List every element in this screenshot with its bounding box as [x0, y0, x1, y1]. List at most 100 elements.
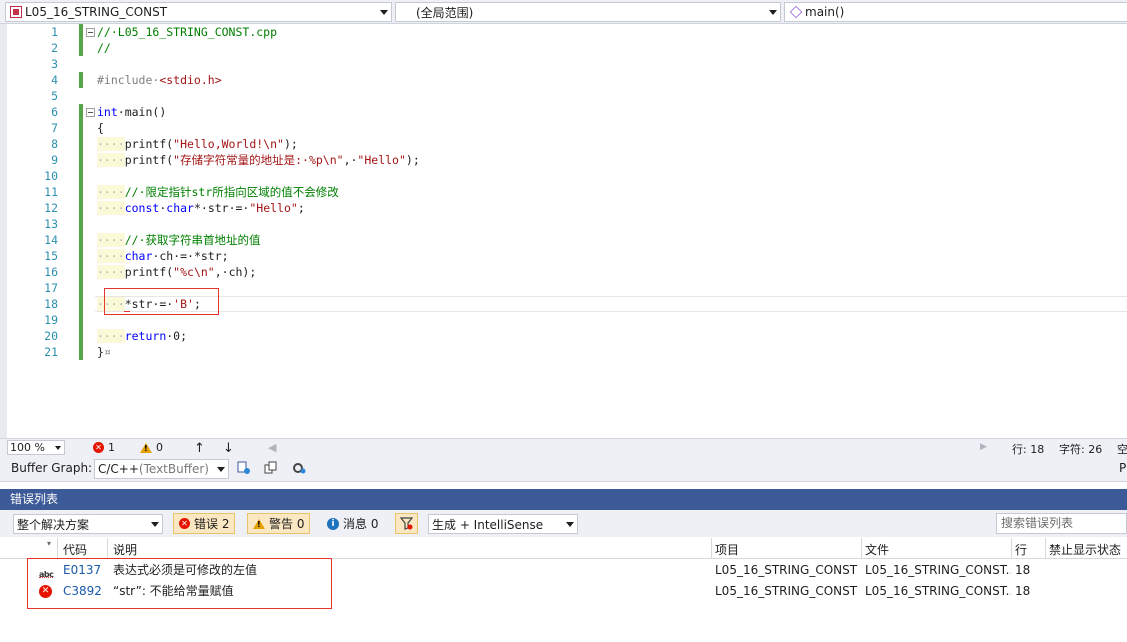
code-line[interactable]: 10 — [0, 168, 1127, 184]
change-marker — [79, 216, 83, 232]
code-token: *·str·=· — [193, 201, 250, 215]
code-line[interactable]: 5 — [0, 88, 1127, 104]
errors-filter-button[interactable]: ✕ 错误 2 — [173, 513, 236, 534]
content-type-combo[interactable]: C/C++ (TextBuffer) — [94, 459, 229, 479]
code-line[interactable]: 3 — [0, 56, 1127, 72]
error-list-title: 错误列表 — [0, 489, 1127, 510]
column-separator — [1045, 538, 1046, 559]
code-line[interactable]: 11 ····//·限定指针str所指向区域的值不会修改 — [0, 184, 1127, 200]
code-token: ·0; — [166, 329, 188, 343]
content-type-suffix: (TextBuffer) — [138, 462, 209, 476]
member-combo[interactable]: main() — [784, 2, 1127, 22]
warnings-filter-button[interactable]: 警告 0 — [247, 513, 311, 534]
column-project[interactable]: 项目 — [715, 541, 739, 558]
build-intellisense-combo[interactable]: 生成 + IntelliSense — [428, 514, 578, 534]
scope-filter-combo[interactable]: 整个解决方案 — [13, 514, 163, 534]
chevron-down-icon — [380, 10, 388, 15]
change-marker — [79, 344, 83, 360]
code-line[interactable]: 14 ····//·获取字符串首地址的值 — [0, 232, 1127, 248]
column-file[interactable]: 文件 — [865, 541, 889, 558]
status-warnings[interactable]: 0 — [140, 441, 163, 454]
error-list-search-input[interactable]: 搜索错误列表 — [996, 513, 1127, 534]
scroll-left-button[interactable]: ◀ — [268, 441, 276, 454]
column-code[interactable]: 代码 — [63, 541, 87, 558]
change-marker — [79, 24, 83, 40]
line-number: 12 — [44, 201, 58, 215]
scope-filter-label: 整个解决方案 — [17, 517, 90, 532]
code-line[interactable]: 21}¤ — [0, 344, 1127, 360]
previous-issue-button[interactable]: ↑ — [194, 441, 205, 456]
code-token: printf( — [124, 137, 174, 151]
code-token: ,· — [343, 153, 358, 167]
code-line[interactable]: 8 ····printf("Hello,World!\n"); — [0, 136, 1127, 152]
zoom-combo[interactable]: 100 % — [7, 440, 65, 455]
code-line[interactable]: 4 #include·<stdio.h> — [0, 72, 1127, 88]
column-line[interactable]: 行 — [1015, 541, 1027, 558]
code-line[interactable]: 2 // — [0, 40, 1127, 56]
error-icon: ✕ — [93, 442, 104, 453]
column-suppression[interactable]: 禁止显示状态 — [1049, 541, 1121, 558]
error-list-toolbar: 整个解决方案 ✕ 错误 2 警告 0 i 消息 0 生成 + IntelliSe… — [0, 510, 1127, 537]
code-editor[interactable]: 1 //·L05_16_STRING_CONST.cpp 2 // 3 4 #include… — [0, 24, 1127, 438]
change-marker — [79, 328, 83, 344]
code-token: printf( — [124, 153, 174, 167]
scope-combo[interactable]: (全局范围) — [395, 2, 781, 22]
scroll-right-button[interactable]: ▶ — [980, 442, 987, 452]
status-row: 行: 18 — [1012, 441, 1044, 457]
code-line[interactable]: 9 ····printf("存储字符常量的地址是:·%p\n",·"Hello")… — [0, 152, 1127, 168]
caret-right-icon: ▶ — [980, 442, 987, 452]
code-line[interactable]: 13 — [0, 216, 1127, 232]
code-line[interactable]: 1 //·L05_16_STRING_CONST.cpp — [0, 24, 1127, 40]
column-separator — [57, 538, 58, 559]
code-line[interactable]: 15 ····char·ch·=·*str; — [0, 248, 1127, 264]
code-text: ····return·0; — [97, 328, 187, 344]
build-filter-toggle[interactable] — [395, 513, 418, 534]
sort-indicator-icon: ▾ — [47, 539, 52, 548]
error-line: 18 — [1015, 584, 1031, 598]
code-text: //·L05_16_STRING_CONST.cpp — [97, 24, 277, 40]
next-issue-button[interactable]: ↓ — [223, 441, 234, 456]
copy-graph-icon[interactable] — [264, 461, 278, 475]
graph-settings-icon[interactable] — [292, 461, 306, 475]
line-number: 6 — [51, 105, 58, 119]
line-number: 13 — [44, 217, 58, 231]
content-type-prefix: C/C++ — [98, 462, 139, 476]
code-text: ····char·ch·=·*str; — [97, 248, 229, 264]
collapse-icon[interactable] — [86, 28, 95, 37]
change-marker — [79, 152, 83, 168]
graph-refresh-icon[interactable] — [237, 461, 251, 475]
change-marker — [79, 40, 83, 56]
filter-funnel-icon — [400, 517, 413, 530]
messages-filter-button[interactable]: i 消息 0 — [321, 513, 385, 534]
code-line[interactable]: 16 ····printf("%c\n",·ch); — [0, 264, 1127, 280]
code-line[interactable]: 7{ — [0, 120, 1127, 136]
code-line[interactable]: 12 ····const·char*·str·=·"Hello"; — [0, 200, 1127, 216]
code-text: #include·<stdio.h> — [97, 72, 222, 88]
line-number: 9 — [51, 153, 58, 167]
column-separator — [711, 538, 712, 559]
error-project: L05_16_STRING_CONST — [715, 584, 858, 598]
arrow-up-icon: ↑ — [194, 441, 205, 456]
code-token: ···· — [97, 137, 125, 151]
messages-filter-label: 消息 0 — [343, 517, 379, 531]
code-token: char — [124, 249, 153, 263]
code-token: <stdio.h> — [159, 73, 222, 87]
change-marker — [79, 136, 83, 152]
status-warnings-count: 0 — [156, 441, 163, 454]
column-description[interactable]: 说明 — [113, 541, 137, 558]
line-number: 15 — [44, 249, 58, 263]
warning-icon — [140, 442, 152, 453]
code-line[interactable]: 20 ····return·0; — [0, 328, 1127, 344]
status-col: 字符: 26 — [1059, 441, 1102, 457]
code-token: { — [97, 121, 104, 135]
code-token: #include· — [97, 73, 160, 87]
project-combo[interactable]: L05_16_STRING_CONST — [5, 2, 392, 22]
status-errors[interactable]: ✕ 1 — [93, 441, 115, 454]
collapse-icon[interactable] — [86, 108, 95, 117]
function-cube-icon — [789, 5, 803, 19]
change-marker — [79, 120, 83, 136]
warning-icon — [253, 518, 265, 529]
code-line[interactable]: 6 int·main() — [0, 104, 1127, 120]
code-token: ···· — [97, 329, 125, 343]
line-number: 20 — [44, 329, 58, 343]
